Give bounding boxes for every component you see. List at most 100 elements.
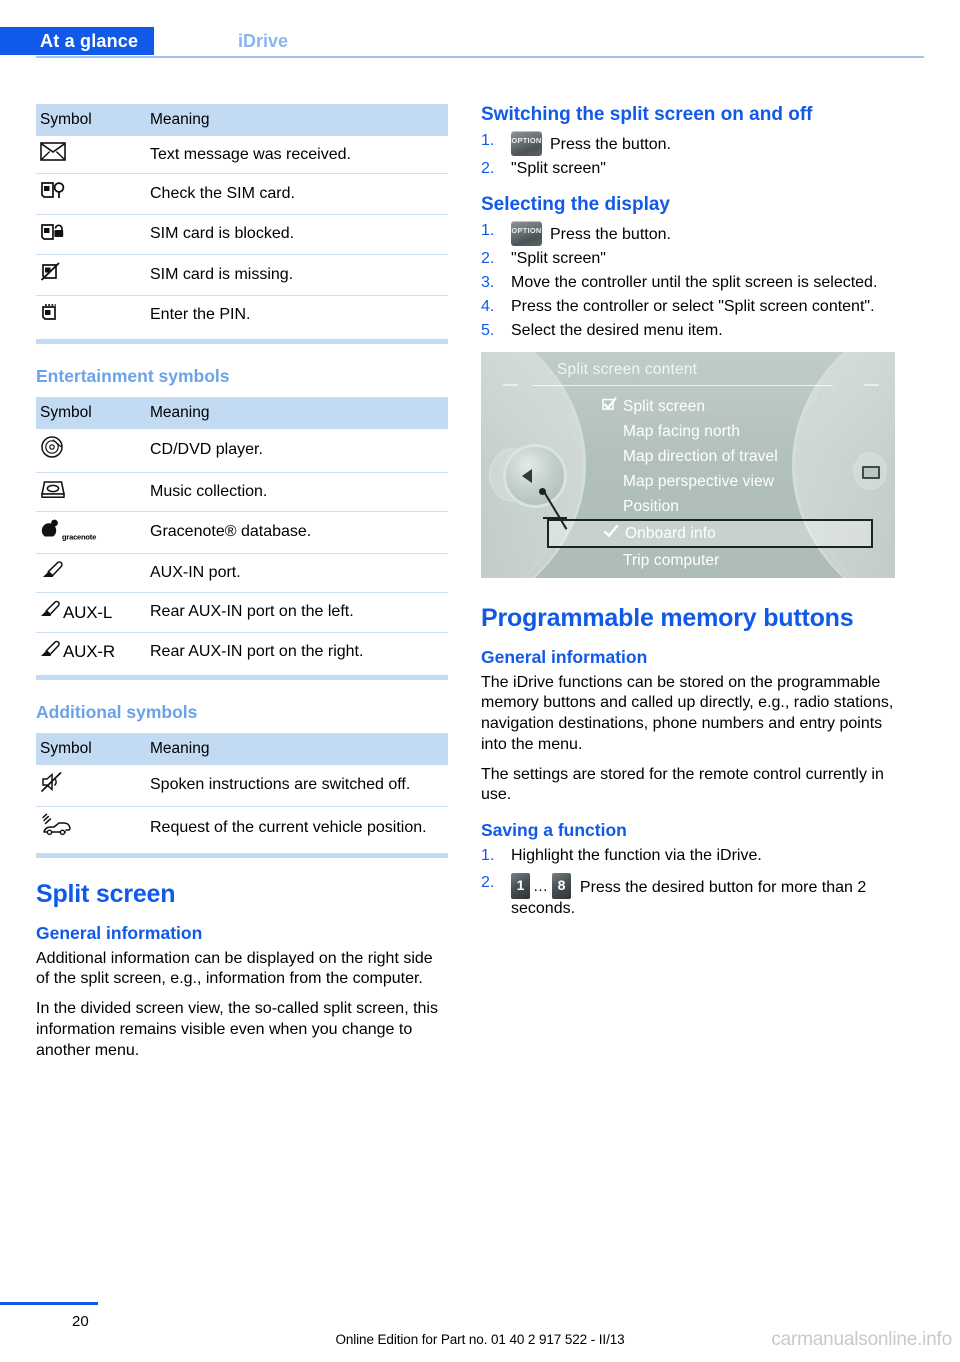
split-screen-paragraph-2: In the divided screen view, the so-calle…: [36, 1000, 438, 1059]
symbol-cell: [36, 472, 150, 513]
memory-button-1-label: 1: [516, 877, 525, 894]
table-row: gracenote Gracenote® database.: [36, 511, 448, 554]
saving-a-function-heading: Saving a function: [481, 820, 627, 841]
meaning-cell: Rear AUX-IN port on the right.: [150, 642, 364, 660]
disc-icon: [40, 435, 64, 465]
column-header-meaning: Meaning: [150, 104, 448, 136]
list-item: 5. Select the desired menu item.: [481, 321, 899, 342]
step-text: "Split screen": [511, 160, 606, 177]
check-icon: [601, 521, 621, 546]
symbol-cell: [36, 173, 150, 215]
selecting-steps-list: 1. OPTION Press the button. 2. "Split scr…: [481, 221, 899, 342]
option-button-label: OPTION: [511, 136, 542, 145]
idrive-menu-item-trip-computer[interactable]: Trip computer: [599, 548, 869, 573]
envelope-icon: [40, 142, 66, 167]
step-number: 5.: [481, 322, 495, 339]
memory-button-1-icon[interactable]: 1: [511, 873, 530, 900]
column-header-meaning: Meaning: [150, 733, 448, 766]
idrive-menu-item-label: Map perspective view: [623, 473, 775, 490]
right-column: Switching the split screen on and off 1.…: [481, 104, 899, 930]
list-item: 1. Highlight the function via the iDrive…: [481, 846, 899, 867]
list-item: 2. "Split screen": [481, 249, 899, 270]
symbol-cell: [36, 295, 150, 335]
aux-left-label: AUX-L: [63, 602, 113, 622]
table-row: Enter the PIN.: [36, 295, 448, 335]
step-text: Press the button.: [550, 226, 671, 243]
idrive-tick-right: [864, 384, 879, 386]
left-column: Symbol Meaning Text message was received…: [36, 104, 448, 1071]
symbol-cell: [36, 429, 150, 473]
idrive-menu-item-position[interactable]: Position: [599, 494, 869, 519]
idrive-menu-list: Split screen Map facing north Map direct…: [547, 394, 873, 573]
idrive-menu-item-label: Onboard info: [625, 525, 716, 542]
symbol-cell: AUX-R: [36, 632, 150, 671]
idrive-title-divider: [533, 385, 833, 386]
table-row: SIM card is blocked.: [36, 214, 448, 256]
table-end-bar: [36, 339, 448, 345]
idrive-menu-item-onboard-info[interactable]: Onboard info: [547, 519, 873, 548]
step-number: 2.: [481, 874, 495, 892]
additional-symbols-table: Symbol Meaning Spoken instructions are s…: [36, 733, 448, 849]
switching-split-screen-heading: Switching the split screen on and off: [481, 104, 813, 125]
idrive-menu-item-map-facing-north[interactable]: Map facing north: [599, 419, 869, 444]
list-item: 2. 1… 8 Press the desired button for more…: [481, 873, 899, 920]
sim-locked-icon: [40, 221, 66, 248]
music-collection-icon: [40, 479, 66, 505]
idrive-screen-title: Split screen content: [557, 361, 698, 378]
meaning-cell: Gracenote® database.: [150, 511, 448, 554]
table-row: Spoken instructions are switched off.: [36, 765, 448, 807]
option-button-icon[interactable]: OPTION: [511, 221, 542, 246]
selecting-display-heading: Selecting the display: [481, 194, 670, 215]
meaning-cell: Enter the PIN.: [150, 306, 251, 324]
sim-missing-icon: [40, 261, 66, 288]
idrive-tick-left: [503, 384, 518, 386]
table-row: Music collection.: [36, 472, 448, 513]
table-row: Request of the current vehicle position.: [36, 806, 448, 849]
idrive-menu-item-map-perspective-view[interactable]: Map perspective view: [599, 469, 869, 494]
table-row: AUX-R Rear AUX-IN port on the right.: [36, 632, 448, 671]
memory-button-8-icon[interactable]: 8: [552, 873, 571, 900]
step-number: 1.: [481, 847, 495, 865]
meaning-cell: AUX-IN port.: [150, 553, 448, 594]
entertainment-symbols-heading: Entertainment symbols: [36, 366, 230, 387]
speaker-muted-icon: [40, 771, 64, 799]
symbol-cell: [36, 136, 150, 175]
table-row: CD/DVD player.: [36, 429, 448, 473]
step-number: 2.: [481, 160, 495, 177]
table-row: Check the SIM card.: [36, 173, 448, 215]
vehicle-position-icon: [40, 813, 72, 843]
idrive-menu-item-map-direction-of-travel[interactable]: Map direction of travel: [599, 444, 869, 469]
symbol-cell: gracenote: [36, 511, 150, 554]
table-row: AUX-IN port.: [36, 553, 448, 594]
step-text: Press the controller or select "Split sc…: [511, 298, 875, 315]
idrive-menu-item-label: Trip computer: [623, 552, 720, 569]
option-button-icon[interactable]: OPTION: [511, 131, 542, 156]
general-information-heading: General information: [36, 922, 203, 943]
table-header-row: Symbol Meaning: [36, 397, 448, 430]
aux-plug-icon: [40, 560, 66, 586]
memory-general-information-heading: General information: [481, 646, 648, 667]
meaning-cell: SIM card is missing.: [150, 254, 448, 296]
table-end-bar: [36, 675, 448, 681]
aux-plug-icon: [40, 599, 62, 625]
idrive-menu-item-split-screen[interactable]: Split screen: [599, 394, 869, 419]
breadcrumb-tab-at-a-glance[interactable]: At a glance: [0, 27, 155, 55]
step-text: Move the controller until the split scre…: [511, 274, 878, 291]
gracenote-logo-icon: [40, 518, 62, 546]
idrive-menu-item-label: Map direction of travel: [623, 448, 778, 465]
leader-line-horizontal: [543, 517, 567, 519]
idrive-menu-item-label: Map facing north: [623, 423, 741, 440]
aux-right-label: AUX-R: [63, 642, 115, 662]
page-number: 20: [72, 1313, 89, 1330]
saving-steps-list: 1. Highlight the function via the iDrive…: [481, 846, 899, 920]
idrive-menu-item-label: Split screen: [623, 398, 706, 415]
aux-plug-icon: [40, 639, 62, 665]
meaning-cell: Request of the current vehicle position.: [150, 818, 427, 836]
step-text: Press the button.: [550, 136, 671, 153]
table-row: AUX-L Rear AUX-IN port on the left.: [36, 592, 448, 633]
breadcrumb-tab-idrive[interactable]: iDrive: [238, 27, 288, 55]
page-header: At a glance iDrive: [0, 0, 960, 66]
symbol-cell: [36, 553, 150, 594]
list-item: 4. Press the controller or select "Split…: [481, 297, 899, 318]
step-text: Select the desired menu item.: [511, 322, 723, 339]
